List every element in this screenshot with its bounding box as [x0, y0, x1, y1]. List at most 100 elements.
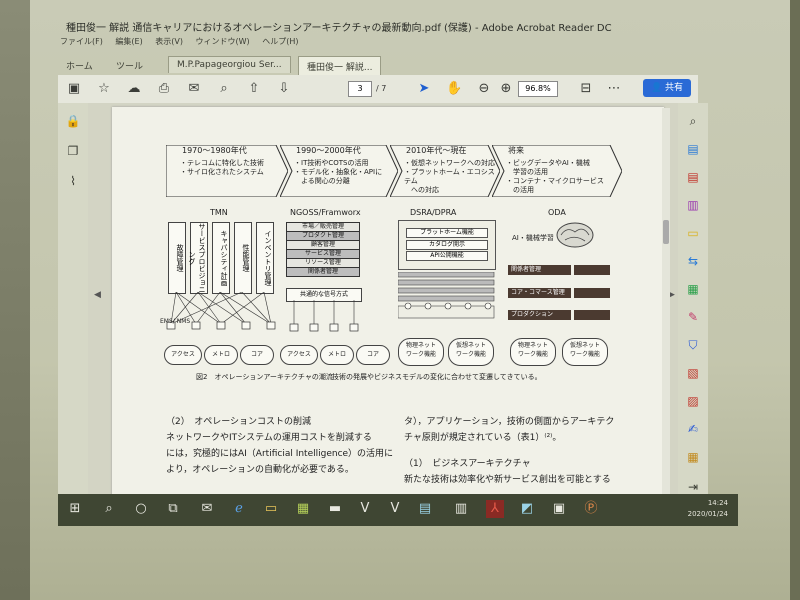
dsra-box: プラットホーム機能 — [406, 228, 488, 238]
era-label: 1970〜1980年代 — [182, 146, 247, 155]
fill-sign-icon[interactable]: ✎ — [685, 309, 701, 325]
zoom-level-select[interactable]: 96.8% — [518, 81, 558, 97]
upload-cloud-icon[interactable]: ☁ — [126, 81, 142, 97]
tab-document-1[interactable]: M.P.Papageorgiou Ser... — [168, 56, 291, 73]
edit-pdf-icon[interactable]: ▦ — [685, 281, 701, 297]
network-cloud: メトロ — [204, 345, 238, 365]
export-pdf-icon[interactable]: ▤ — [685, 141, 701, 157]
era-label: 1990〜2000年代 — [296, 146, 361, 155]
menu-edit[interactable]: 編集(E) — [115, 37, 142, 46]
hand-tool-icon[interactable]: ✋ — [446, 81, 462, 97]
file-explorer-icon[interactable]: ▭ — [262, 500, 280, 518]
search-icon[interactable]: ⌕ — [100, 500, 118, 518]
print-icon[interactable]: ⎙ — [156, 81, 172, 97]
cortana-icon[interactable]: ○ — [132, 500, 150, 518]
app-icon[interactable]: ◩ — [518, 500, 536, 518]
task-view-icon[interactable]: ⧉ — [164, 500, 182, 518]
powerpoint-icon[interactable]: Ⓟ — [582, 500, 600, 518]
app-icon[interactable]: ▬ — [326, 500, 344, 518]
page-down-icon[interactable]: ⇩ — [276, 81, 292, 97]
tab-home[interactable]: ホーム — [58, 56, 101, 75]
column-heading-dsra: DSRA/DPRA — [410, 208, 457, 217]
stamp-icon[interactable]: ▦ — [685, 449, 701, 465]
menu-window[interactable]: ウィンドウ(W) — [196, 37, 250, 46]
attachment-icon[interactable]: ⌇ — [65, 173, 81, 189]
sign-icon[interactable]: ✍ — [685, 421, 701, 437]
bookmark-star-icon[interactable]: ☆ — [96, 81, 112, 97]
page-number-input[interactable]: 3 — [348, 81, 372, 97]
protect-icon[interactable]: ⛉ — [685, 337, 701, 353]
ems-nms-label: EMS/ NMS — [160, 318, 191, 325]
search-icon[interactable]: ⌕ — [216, 81, 232, 97]
network-cloud: アクセス — [164, 345, 202, 365]
network-cloud: 仮想ネット ワーク機能 — [448, 338, 494, 366]
timeline-era-2: 1990〜2000年代 ・IT技術やCOTSの活用 ・モデル化・抽象化・APIに… — [280, 145, 398, 197]
oda-row: 関係者管理 — [508, 265, 571, 275]
network-cloud: メトロ — [320, 345, 354, 365]
email-icon[interactable]: ✉ — [186, 81, 202, 97]
app-icon[interactable]: Ⅴ — [356, 500, 374, 518]
era-item: ・仮想ネットワークへの対応 — [404, 159, 495, 167]
more-options-icon[interactable]: ⋯ — [606, 81, 622, 97]
menu-bar: ファイル(F) 編集(E) 表示(V) ウィンドウ(W) ヘルプ(H) — [60, 36, 720, 52]
left-sidebar: 🔒 ❐ ⌇ — [58, 103, 88, 498]
edge-browser-icon[interactable]: ℯ — [230, 500, 248, 518]
app-icon[interactable]: ▦ — [294, 500, 312, 518]
windows-taskbar: ⊞ ⌕ ○ ⧉ ✉ ℯ ▭ ▦ ▬ Ⅴ Ⅴ ▤ ▥ ⅄ ◩ ▣ Ⓟ — [58, 494, 738, 526]
acrobat-reader-icon[interactable]: ⅄ — [486, 500, 504, 518]
comment-icon[interactable]: ▭ — [685, 225, 701, 241]
organize-pages-icon[interactable]: ▥ — [685, 197, 701, 213]
era-label: 将来 — [508, 146, 524, 155]
menu-file[interactable]: ファイル(F) — [60, 37, 103, 46]
clock-date: 2020/01/24 — [687, 510, 728, 518]
scrollbar-thumb[interactable] — [663, 220, 669, 244]
menu-help[interactable]: ヘルプ(H) — [262, 37, 298, 46]
create-pdf-icon[interactable]: ▤ — [685, 169, 701, 185]
network-cloud: 物理ネット ワーク機能 — [398, 338, 444, 366]
lock-icon[interactable]: 🔒 — [65, 113, 81, 129]
network-cloud: 物理ネット ワーク機能 — [510, 338, 556, 366]
mail-icon[interactable]: ✉ — [198, 500, 216, 518]
zoom-out-icon[interactable]: ⊖ — [476, 81, 492, 97]
era-item: の活用 — [506, 186, 534, 194]
clock-time: 14:24 — [707, 499, 728, 507]
menu-view[interactable]: 表示(V) — [155, 37, 183, 46]
app-icon[interactable]: Ⅴ — [386, 500, 404, 518]
app-icon[interactable]: ▥ — [452, 500, 470, 518]
app-icon[interactable]: ▤ — [416, 500, 434, 518]
column-heading-oda: ODA — [548, 208, 566, 217]
combine-files-icon[interactable]: ▨ — [685, 393, 701, 409]
page-up-icon[interactable]: ⇧ — [246, 81, 262, 97]
zoom-search-icon[interactable]: ⌕ — [685, 113, 701, 129]
system-clock[interactable]: 14:24 2020/01/24 — [668, 494, 728, 520]
paragraph-line: チャ原則が規定されている（表1）⁽²⁾。 — [404, 433, 562, 443]
acrobat-icon[interactable]: ▧ — [685, 365, 701, 381]
tab-bar: ホーム ツール M.P.Papageorgiou Ser... 種田俊一 解説.… — [58, 52, 718, 76]
translate-icon[interactable]: ⇆ — [685, 253, 701, 269]
vertical-scrollbar[interactable] — [662, 108, 670, 496]
share-label: 共有 — [665, 83, 684, 93]
column-heading-ngoss: NGOSS/Framworx — [290, 208, 361, 217]
era-item: ・サイロ化されたシステム — [180, 168, 264, 176]
app-icon[interactable]: ▣ — [550, 500, 568, 518]
era-item: ・IT技術やCOTSの活用 — [294, 159, 369, 167]
network-cloud: コア — [356, 345, 390, 365]
select-cursor-icon[interactable]: ➤ — [416, 81, 432, 97]
collapse-pane-icon[interactable]: ⇥ — [685, 479, 701, 495]
zoom-in-icon[interactable]: ⊕ — [498, 81, 514, 97]
era-item: ・ビッグデータやAI・機械 — [506, 159, 590, 167]
tab-tools[interactable]: ツール — [108, 56, 151, 75]
brain-icon — [556, 222, 594, 248]
share-button[interactable]: 👤 共有 — [643, 79, 691, 97]
era-item: ・テレコムに特化した技術 — [180, 159, 264, 167]
fit-page-icon[interactable]: ⊟ — [578, 81, 594, 97]
save-icon[interactable]: ▣ — [66, 81, 82, 97]
tmn-box: キャパシティ計画 — [212, 222, 230, 294]
dsra-box: カタログ開示 — [406, 240, 488, 250]
prev-page-arrow-icon[interactable]: ◀ — [94, 290, 101, 300]
windows-start-icon[interactable]: ⊞ — [66, 500, 84, 518]
tab-document-2[interactable]: 種田俊一 解説... — [298, 56, 382, 76]
timeline-era-1: 1970〜1980年代 ・テレコムに特化した技術 ・サイロ化されたシステム — [166, 145, 288, 197]
pages-thumbnail-icon[interactable]: ❐ — [65, 143, 81, 159]
paragraph-line — [404, 446, 660, 456]
